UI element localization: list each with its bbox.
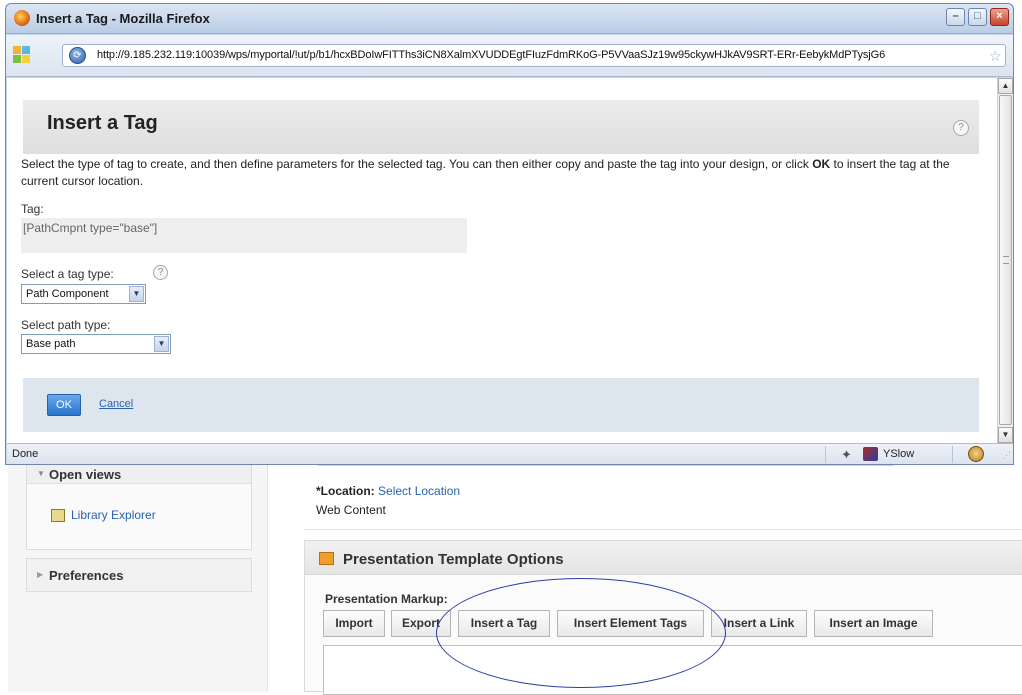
location-value: Web Content xyxy=(316,503,386,517)
location-row: *Location: Select Location xyxy=(316,484,460,498)
scroll-up-arrow-icon[interactable]: ▲ xyxy=(998,78,1013,94)
close-button[interactable]: × xyxy=(990,8,1009,26)
template-options-icon xyxy=(319,552,334,565)
select-location-link[interactable]: Select Location xyxy=(378,484,460,498)
url-bar[interactable]: ⟳ http://9.185.232.119:10039/wps/myporta… xyxy=(62,44,1006,67)
window-title: Insert a Tag - Mozilla Firefox xyxy=(36,11,210,26)
greasemonkey-icon[interactable] xyxy=(968,446,984,462)
tag-output-box[interactable]: [PathCmpnt type="base"] xyxy=(21,218,467,253)
status-text: Done xyxy=(12,448,39,460)
status-divider xyxy=(952,446,953,463)
chevron-down-icon[interactable]: ▼ xyxy=(154,336,169,352)
minimize-button[interactable]: – xyxy=(946,8,965,26)
page-viewport: Insert a Tag ? Select the type of tag to… xyxy=(7,78,997,443)
tag-type-help-icon[interactable]: ? xyxy=(153,265,168,280)
yslow-icon[interactable] xyxy=(863,447,878,461)
open-views-portlet: ▼ Open views Library Explorer xyxy=(26,455,252,550)
location-label: *Location: xyxy=(316,484,375,498)
insert-an-image-button[interactable]: Insert an Image xyxy=(814,610,933,637)
resize-grip-icon[interactable]: ⋰ xyxy=(1002,450,1011,461)
path-type-select[interactable]: Base path ▼ xyxy=(21,334,171,354)
path-type-label: Select path type: xyxy=(21,318,111,332)
dialog-footer: OK Cancel xyxy=(23,378,979,432)
dialog-header: Insert a Tag ? xyxy=(23,100,979,154)
vertical-scrollbar[interactable]: ▲ ▼ xyxy=(997,78,1013,443)
description-ok-text: OK xyxy=(812,157,831,171)
library-explorer-icon xyxy=(51,509,65,522)
chevron-down-icon[interactable]: ▼ xyxy=(129,286,144,302)
help-icon[interactable]: ? xyxy=(953,120,969,136)
ok-button[interactable]: OK xyxy=(47,394,81,416)
expand-arrow-icon[interactable]: ▶ xyxy=(37,570,43,579)
status-bar: Done ✦ YSlow ⋰ xyxy=(7,443,1013,464)
presentation-markup-label: Presentation Markup: xyxy=(325,592,448,606)
status-divider xyxy=(825,446,826,463)
maximize-button[interactable]: □ xyxy=(968,8,987,26)
firefox-logo-icon xyxy=(14,10,30,26)
firebug-tool-icon[interactable]: ✦ xyxy=(841,447,852,463)
title-bar[interactable]: Insert a Tag - Mozilla Firefox – □ × xyxy=(6,4,1013,34)
scrollbar-thumb[interactable] xyxy=(999,95,1012,425)
bookmark-star-icon[interactable]: ☆ xyxy=(989,47,1002,65)
tag-value[interactable]: [PathCmpnt type="base"] xyxy=(23,221,157,235)
dialog-description: Select the type of tag to create, and th… xyxy=(21,156,981,190)
tag-type-select[interactable]: Path Component ▼ xyxy=(21,284,146,304)
yslow-label[interactable]: YSlow xyxy=(883,448,914,460)
url-text[interactable]: http://9.185.232.119:10039/wps/myportal/… xyxy=(97,49,885,61)
cancel-link[interactable]: Cancel xyxy=(99,398,133,410)
scroll-grip-icon xyxy=(1003,256,1009,264)
import-button[interactable]: Import xyxy=(323,610,385,637)
library-explorer-label[interactable]: Library Explorer xyxy=(71,508,156,522)
tag-label: Tag: xyxy=(21,202,44,216)
description-text-1: Select the type of tag to create, and th… xyxy=(21,157,813,171)
globe-icon[interactable]: ⟳ xyxy=(69,47,86,64)
preferences-portlet[interactable]: ▶ Preferences xyxy=(26,558,252,592)
tag-type-label: Select a tag type: xyxy=(21,267,114,281)
annotation-ellipse xyxy=(436,578,726,688)
pto-title: Presentation Template Options xyxy=(343,551,564,568)
path-type-selected-value: Base path xyxy=(26,338,76,350)
firefox-window: Insert a Tag - Mozilla Firefox – □ × ⟳ h… xyxy=(5,3,1014,465)
tag-type-selected-value: Path Component xyxy=(26,288,109,300)
pto-header: Presentation Template Options xyxy=(305,541,1022,575)
location-panel: *Location: Select Location Web Content xyxy=(304,456,1022,530)
preferences-label[interactable]: Preferences xyxy=(49,568,123,583)
collapse-arrow-icon[interactable]: ▼ xyxy=(37,469,45,478)
scroll-down-arrow-icon[interactable]: ▼ xyxy=(998,427,1013,443)
site-identity-icon[interactable] xyxy=(13,46,30,63)
navigation-toolbar: ⟳ http://9.185.232.119:10039/wps/myporta… xyxy=(6,35,1013,77)
dialog-title: Insert a Tag xyxy=(47,112,158,134)
open-views-title: Open views xyxy=(49,467,122,482)
